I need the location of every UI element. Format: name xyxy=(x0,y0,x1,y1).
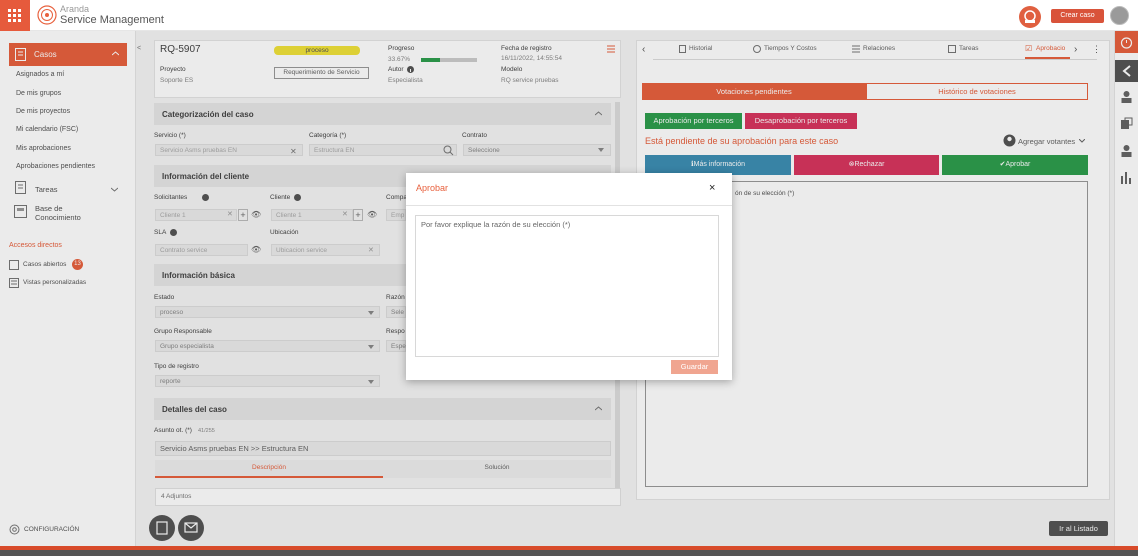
brand-line2: Service Management xyxy=(60,14,164,26)
bottom-bar xyxy=(0,546,1138,556)
reason-placeholder: Por favor explique la razón de su elecci… xyxy=(421,220,571,229)
aranda-logo-icon xyxy=(37,5,57,25)
modal-title: Aprobar xyxy=(416,183,449,193)
apps-grid-button[interactable] xyxy=(0,0,30,31)
reason-textarea[interactable]: Por favor explique la razón de su elecci… xyxy=(415,215,719,357)
approve-modal: Aprobar × Por favor explique la razón de… xyxy=(406,173,732,380)
save-button[interactable]: Guardar xyxy=(671,360,718,374)
help-button[interactable] xyxy=(1019,6,1041,28)
top-bar xyxy=(0,0,1138,31)
user-avatar[interactable] xyxy=(1110,6,1129,25)
brand-logo: Aranda Service Management xyxy=(60,4,164,26)
create-case-button[interactable]: Crear caso xyxy=(1051,9,1104,23)
close-icon[interactable]: × xyxy=(709,182,715,194)
support-icon xyxy=(1024,10,1036,23)
grid-icon xyxy=(8,8,21,22)
modal-divider xyxy=(406,205,732,206)
